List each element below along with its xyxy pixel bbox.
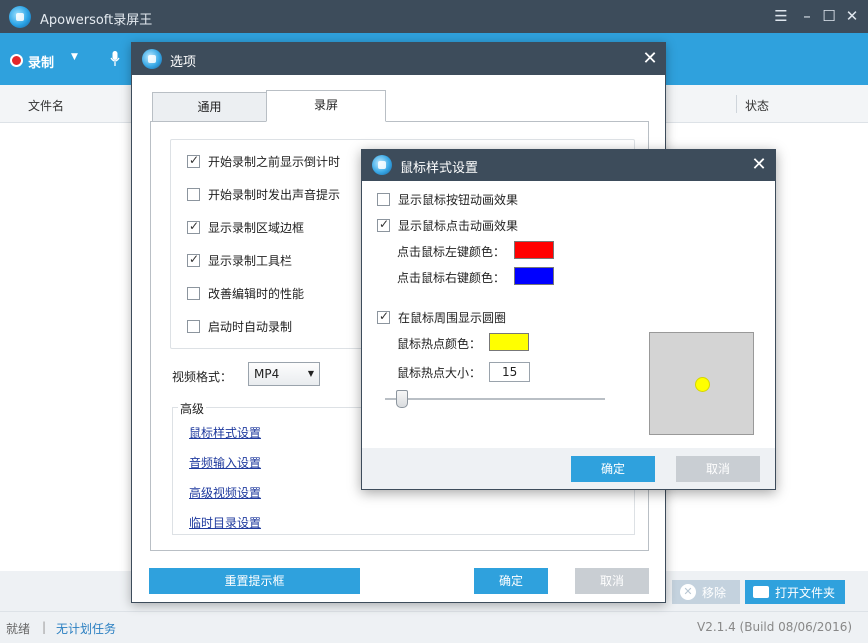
open-folder-label: 打开文件夹 bbox=[775, 584, 835, 601]
checkbox-label: 改善编辑时的性能 bbox=[208, 285, 304, 302]
video-format-label: 视频格式： bbox=[172, 368, 232, 385]
checkbox-label: 启动时自动录制 bbox=[208, 318, 292, 335]
options-close-icon[interactable]: ✕ bbox=[639, 48, 661, 70]
column-header-filename[interactable]: 文件名 bbox=[28, 97, 64, 114]
record-button[interactable]: 录制 bbox=[28, 52, 54, 71]
checkbox-label: 开始录制时发出声音提示 bbox=[208, 186, 340, 203]
microphone-icon[interactable] bbox=[110, 51, 120, 67]
checkbox-countdown[interactable]: 开始录制之前显示倒计时 bbox=[187, 153, 340, 170]
record-dropdown-icon[interactable]: ▼ bbox=[71, 52, 78, 62]
checkbox-box[interactable] bbox=[377, 193, 390, 206]
tab-general[interactable]: 通用 bbox=[152, 92, 267, 122]
checkbox-box[interactable] bbox=[377, 219, 390, 232]
link-audio-input[interactable]: 音频输入设置 bbox=[189, 454, 261, 471]
checkbox-label: 开始录制之前显示倒计时 bbox=[208, 153, 340, 170]
mouse-style-ok-button[interactable]: 确定 bbox=[571, 456, 655, 482]
checkbox-label: 显示鼠标点击动画效果 bbox=[398, 217, 518, 234]
remove-label: 移除 bbox=[702, 584, 726, 601]
right-click-color-label: 点击鼠标右键颜色： bbox=[397, 269, 505, 286]
tab-record[interactable]: 录屏 bbox=[266, 90, 386, 122]
remove-icon: ✕ bbox=[680, 584, 696, 600]
maximize-icon[interactable]: ☐ bbox=[819, 7, 839, 25]
checkbox-toolbar[interactable]: 显示录制工具栏 bbox=[187, 252, 292, 269]
checkbox-label: 在鼠标周围显示圆圈 bbox=[398, 309, 506, 326]
status-separator: | bbox=[42, 620, 46, 634]
app-title: Apowersoft录屏王 bbox=[40, 9, 152, 28]
reset-prompts-button[interactable]: 重置提示框 bbox=[149, 568, 360, 594]
checkbox-click-animation[interactable]: 显示鼠标点击动画效果 bbox=[377, 217, 518, 234]
open-folder-button[interactable]: 打开文件夹 bbox=[745, 580, 845, 604]
hotspot-preview-dot bbox=[695, 377, 710, 392]
hotspot-size-label: 鼠标热点大小： bbox=[397, 364, 481, 381]
hotspot-color-swatch[interactable] bbox=[489, 333, 529, 351]
mouse-style-dialog: 鼠标样式设置 ✕ 显示鼠标按钮动画效果 显示鼠标点击动画效果 点击鼠标左键颜色：… bbox=[361, 149, 776, 490]
mouse-preview bbox=[649, 332, 754, 435]
mouse-style-logo-icon bbox=[372, 155, 392, 175]
hotspot-size-slider-thumb[interactable] bbox=[396, 390, 408, 408]
checkbox-box[interactable] bbox=[187, 287, 200, 300]
close-icon[interactable]: ✕ bbox=[842, 7, 862, 25]
hotspot-color-label: 鼠标热点颜色： bbox=[397, 335, 481, 352]
minimize-icon[interactable]: – bbox=[797, 7, 817, 25]
record-icon[interactable] bbox=[10, 54, 23, 67]
options-titlebar bbox=[132, 43, 665, 75]
video-format-select[interactable]: MP4 ▼ bbox=[248, 362, 320, 386]
checkbox-box[interactable] bbox=[377, 311, 390, 324]
checkbox-sound-prompt[interactable]: 开始录制时发出声音提示 bbox=[187, 186, 340, 203]
link-mouse-style[interactable]: 鼠标样式设置 bbox=[189, 424, 261, 441]
status-text: 就绪 bbox=[6, 620, 30, 637]
options-cancel-button[interactable]: 取消 bbox=[575, 568, 649, 594]
link-temp-directory[interactable]: 临时目录设置 bbox=[189, 514, 261, 531]
scheduled-task-link[interactable]: 无计划任务 bbox=[56, 620, 116, 637]
checkbox-label: 显示鼠标按钮动画效果 bbox=[398, 191, 518, 208]
checkbox-region-border[interactable]: 显示录制区域边框 bbox=[187, 219, 304, 236]
advanced-title: 高级 bbox=[178, 400, 206, 417]
right-click-color-swatch[interactable] bbox=[514, 267, 554, 285]
chevron-down-icon: ▼ bbox=[308, 363, 314, 385]
checkbox-label: 显示录制区域边框 bbox=[208, 219, 304, 236]
mouse-style-title: 鼠标样式设置 bbox=[400, 157, 478, 176]
hotspot-size-slider-track[interactable] bbox=[385, 398, 605, 400]
column-header-status[interactable]: 状态 bbox=[745, 97, 769, 114]
remove-button[interactable]: ✕ 移除 bbox=[672, 580, 740, 604]
checkbox-box[interactable] bbox=[187, 188, 200, 201]
app-logo-icon bbox=[9, 6, 31, 28]
checkbox-button-animation[interactable]: 显示鼠标按钮动画效果 bbox=[377, 191, 518, 208]
link-advanced-video[interactable]: 高级视频设置 bbox=[189, 484, 261, 501]
mouse-style-cancel-button[interactable]: 取消 bbox=[676, 456, 760, 482]
checkbox-auto-record[interactable]: 启动时自动录制 bbox=[187, 318, 292, 335]
left-click-color-label: 点击鼠标左键颜色： bbox=[397, 243, 505, 260]
column-divider bbox=[736, 95, 737, 113]
hotspot-size-input[interactable]: 15 bbox=[489, 362, 530, 382]
checkbox-box[interactable] bbox=[187, 221, 200, 234]
video-format-value: MP4 bbox=[254, 367, 279, 381]
checkbox-show-circle[interactable]: 在鼠标周围显示圆圈 bbox=[377, 309, 506, 326]
checkbox-box[interactable] bbox=[187, 320, 200, 333]
checkbox-label: 显示录制工具栏 bbox=[208, 252, 292, 269]
options-ok-button[interactable]: 确定 bbox=[474, 568, 548, 594]
version-text: V2.1.4 (Build 08/06/2016) bbox=[697, 620, 852, 634]
left-click-color-swatch[interactable] bbox=[514, 241, 554, 259]
folder-icon bbox=[753, 586, 769, 598]
mouse-style-close-icon[interactable]: ✕ bbox=[748, 154, 770, 176]
checkbox-box[interactable] bbox=[187, 254, 200, 267]
menu-icon[interactable]: ☰ bbox=[771, 7, 791, 25]
options-logo-icon bbox=[142, 49, 162, 69]
options-title: 选项 bbox=[170, 51, 196, 70]
checkbox-box[interactable] bbox=[187, 155, 200, 168]
checkbox-edit-performance[interactable]: 改善编辑时的性能 bbox=[187, 285, 304, 302]
